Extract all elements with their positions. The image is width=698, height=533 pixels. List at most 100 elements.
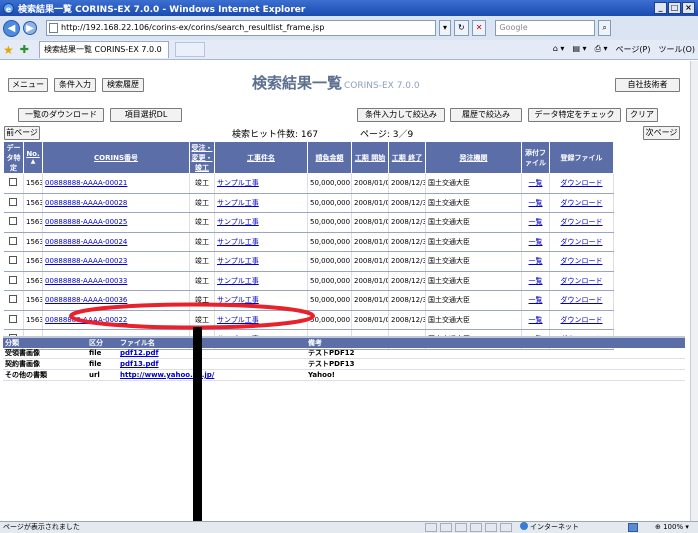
search-history-button[interactable]: 検索履歴	[102, 78, 144, 92]
cell-project-link[interactable]: サンプル工事	[217, 218, 259, 226]
feeds-icon[interactable]: ▤ ▾	[572, 44, 586, 55]
detail-file-link[interactable]: pdf13.pdf	[120, 360, 159, 368]
sort-no-link[interactable]: No.	[26, 150, 39, 158]
sort-ascending-icon[interactable]: ▲	[24, 158, 42, 165]
filter-by-condition-button[interactable]: 条件入力して絞込み	[357, 108, 445, 122]
forward-arrow-icon[interactable]: ▶	[23, 21, 37, 35]
address-bar[interactable]: http://192.168.22.106/corins-ex/corins/s…	[46, 20, 436, 36]
row-checkbox[interactable]	[9, 314, 18, 323]
cell-corins-link[interactable]: 00888888-AAAA-00022	[45, 316, 127, 324]
cell-corins-link[interactable]: 00888888-AAAA-00028	[45, 199, 127, 207]
condition-input-button[interactable]: 条件入力	[54, 78, 96, 92]
vertical-scrollbar[interactable]	[690, 61, 698, 521]
home-icon[interactable]: ⌂ ▾	[553, 44, 565, 55]
in-house-engineer-button[interactable]: 自社技術者	[615, 78, 680, 92]
status-bar: ページが表示されました インターネット ⊕ 100% ▾	[0, 521, 698, 533]
filter-by-history-button[interactable]: 履歴で絞込み	[450, 108, 522, 122]
search-icon[interactable]: ⌕	[598, 20, 611, 36]
browser-tab[interactable]: 検索結果一覧 CORINS-EX 7.0.0	[38, 41, 169, 58]
cell-attachment-link[interactable]: 一覧	[529, 316, 543, 324]
page-menu[interactable]: ページ(P)	[616, 44, 651, 55]
cell-download-link[interactable]: ダウンロード	[561, 296, 603, 304]
tools-menu[interactable]: ツール(O)	[658, 44, 695, 55]
zoom-icon[interactable]	[628, 523, 638, 532]
cell-attachment-link[interactable]: 一覧	[529, 238, 543, 246]
refresh-icon[interactable]: ↻	[454, 20, 469, 36]
cell-project-link[interactable]: サンプル工事	[217, 257, 259, 265]
clear-button[interactable]: クリア	[626, 108, 658, 122]
header-project-name[interactable]: 工事件名	[214, 141, 308, 174]
cell-start: 2008/01/01	[351, 251, 389, 272]
add-favorite-icon[interactable]: ✚	[20, 43, 29, 56]
next-page-button[interactable]: 次ページ	[643, 126, 680, 140]
new-tab-button[interactable]	[174, 42, 205, 57]
stop-icon[interactable]: ✕	[471, 20, 487, 36]
cell-corins-link[interactable]: 00888888-AAAA-00033	[45, 277, 127, 285]
search-input[interactable]: Google	[495, 20, 596, 36]
row-checkbox[interactable]	[9, 217, 18, 226]
cell-corins-link[interactable]: 00888888-AAAA-00036	[45, 296, 127, 304]
header-period-end[interactable]: 工期 終了	[388, 141, 426, 174]
cell-project-link[interactable]: サンプル工事	[217, 277, 259, 285]
row-checkbox[interactable]	[9, 178, 18, 187]
cell-checkbox	[3, 310, 24, 330]
header-no[interactable]: No. ▲	[23, 141, 43, 174]
row-checkbox[interactable]	[9, 275, 18, 284]
cell-project-link[interactable]: サンプル工事	[217, 316, 259, 324]
zoom-level[interactable]: ⊕ 100% ▾	[655, 522, 689, 533]
detail-file-link[interactable]: pdf12.pdf	[120, 349, 159, 357]
header-status[interactable]: 受注・変更・竣工	[189, 141, 215, 174]
print-icon[interactable]: ⎙ ▾	[595, 44, 608, 55]
favorites-star-icon[interactable]: ★	[3, 43, 14, 57]
cell-corins-link[interactable]: 00888888-AAAA-00024	[45, 238, 127, 246]
list-download-button[interactable]: 一覧のダウンロード	[18, 108, 104, 122]
row-checkbox[interactable]	[9, 256, 18, 265]
cell-project-link[interactable]: サンプル工事	[217, 296, 259, 304]
maximize-button[interactable]: □	[668, 2, 681, 14]
address-dropdown-icon[interactable]: ▾	[439, 20, 452, 36]
cell-download-link[interactable]: ダウンロード	[561, 238, 603, 246]
cell-download-link[interactable]: ダウンロード	[561, 316, 603, 324]
detail-header-row: 分類 区分 ファイル名 備考	[3, 337, 685, 348]
cell-download-link[interactable]: ダウンロード	[561, 199, 603, 207]
header-period-start[interactable]: 工期 開始	[351, 141, 389, 174]
previous-page-button[interactable]: 前ページ	[4, 126, 40, 140]
check-data-specific-button[interactable]: データ特定をチェック	[528, 108, 621, 122]
row-checkbox[interactable]	[9, 197, 18, 206]
sort-status-link[interactable]: 受注・変更・竣工	[192, 144, 213, 172]
header-contract-amount[interactable]: 請負金額	[307, 141, 352, 174]
cell-attachment-link[interactable]: 一覧	[529, 218, 543, 226]
cell-attachment-link[interactable]: 一覧	[529, 179, 543, 187]
sort-name-link[interactable]: 工事件名	[247, 154, 275, 162]
cell-attachment-link[interactable]: 一覧	[529, 257, 543, 265]
sort-start-link[interactable]: 工期 開始	[355, 154, 385, 162]
cell-corins-link[interactable]: 00888888-AAAA-00021	[45, 179, 127, 187]
header-corins-number[interactable]: CORINS番号	[42, 141, 190, 174]
cell-start: 2008/01/01	[351, 212, 389, 233]
minimize-button[interactable]: _	[654, 2, 667, 14]
cell-corins-link[interactable]: 00888888-AAAA-00023	[45, 257, 127, 265]
sort-corins-link[interactable]: CORINS番号	[94, 154, 138, 162]
cell-project-link[interactable]: サンプル工事	[217, 199, 259, 207]
cell-download-link[interactable]: ダウンロード	[561, 257, 603, 265]
cell-project: サンプル工事	[214, 212, 308, 233]
sort-end-link[interactable]: 工期 終了	[392, 154, 422, 162]
row-checkbox[interactable]	[9, 295, 18, 304]
close-button[interactable]: ×	[682, 2, 695, 14]
cell-attachment-link[interactable]: 一覧	[529, 277, 543, 285]
cell-project-link[interactable]: サンプル工事	[217, 179, 259, 187]
row-checkbox[interactable]	[9, 236, 18, 245]
header-ordering-agency[interactable]: 発注機関	[425, 141, 522, 174]
cell-download-link[interactable]: ダウンロード	[561, 277, 603, 285]
cell-project-link[interactable]: サンプル工事	[217, 238, 259, 246]
cell-attachment-link[interactable]: 一覧	[529, 199, 543, 207]
sort-agency-link[interactable]: 発注機関	[460, 154, 488, 162]
cell-download-link[interactable]: ダウンロード	[561, 179, 603, 187]
menu-button[interactable]: メニュー	[8, 78, 48, 92]
back-arrow-icon[interactable]: ◀	[3, 19, 20, 37]
cell-download-link[interactable]: ダウンロード	[561, 218, 603, 226]
sort-amount-link[interactable]: 請負金額	[316, 154, 344, 162]
cell-corins-link[interactable]: 00888888-AAAA-00025	[45, 218, 127, 226]
cell-attachment-link[interactable]: 一覧	[529, 296, 543, 304]
item-select-download-button[interactable]: 項目選択DL	[110, 108, 182, 122]
